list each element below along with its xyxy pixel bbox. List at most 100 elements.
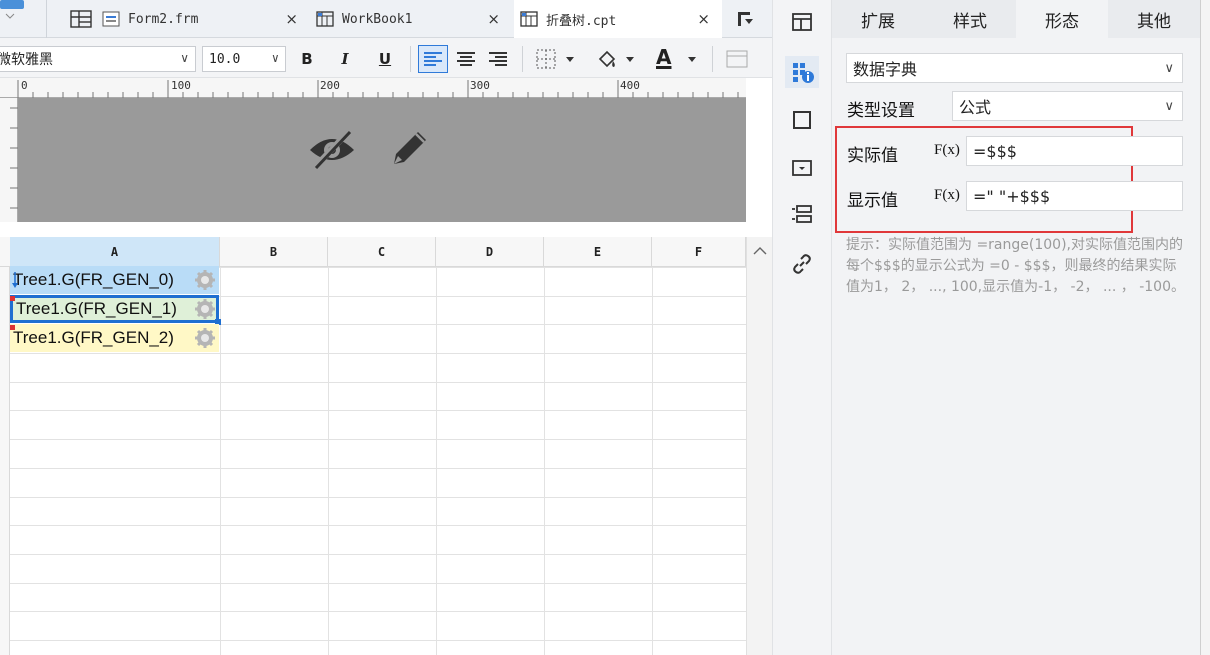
display-value-label: 显示值: [847, 191, 898, 211]
property-icon-strip: [772, 0, 832, 655]
grid-row-line: [10, 554, 746, 555]
column-header-d[interactable]: D: [436, 237, 544, 267]
grid-column-line: [220, 267, 221, 655]
cell-a1[interactable]: Tree1.G(FR_GEN_0): [10, 266, 219, 294]
column-header-a[interactable]: A: [10, 237, 220, 267]
grid-column-line: [544, 267, 545, 655]
grid-column-line: [652, 267, 653, 655]
grid-column-line: [436, 267, 437, 655]
chevron-down-icon: ∨: [1164, 60, 1174, 76]
grid-row-line: [10, 410, 746, 411]
close-icon[interactable]: ×: [697, 10, 710, 28]
ruler-label: 100: [171, 79, 191, 92]
type-setting-value: 公式: [959, 98, 992, 117]
workbook-icon: [316, 11, 334, 27]
font-size-value: 10.0: [209, 51, 241, 67]
row-header-strip: [0, 267, 10, 655]
condition-icon[interactable]: [787, 200, 817, 228]
bold-button[interactable]: B: [294, 46, 320, 72]
font-size-select[interactable]: 10.0 ∨: [202, 46, 286, 72]
vertical-scrollbar[interactable]: [746, 237, 772, 655]
property-tabs: 扩展 样式 形态 其他: [832, 0, 1200, 38]
align-left-icon[interactable]: [418, 45, 448, 73]
expand-arrow-icon: [11, 270, 19, 290]
cell-marker-icon: [10, 325, 15, 330]
canvas-separator: [0, 222, 780, 237]
gear-icon: [195, 299, 215, 319]
grid-row-line: [10, 497, 746, 498]
ruler-label: 300: [470, 79, 490, 92]
grid-row-line: [10, 525, 746, 526]
align-right-icon[interactable]: [484, 45, 512, 73]
cell-attribute-icon[interactable]: [785, 56, 819, 88]
tab-report[interactable]: 折叠树.cpt ×: [514, 0, 722, 38]
edit-pencil-icon[interactable]: [386, 124, 434, 172]
grid-row-line: [10, 353, 746, 354]
tab-form[interactable]: 形态: [1016, 0, 1108, 38]
ruler-label: 200: [320, 79, 340, 92]
app-icon: [0, 0, 30, 20]
column-header-f[interactable]: F: [652, 237, 746, 267]
dropdown-widget-icon[interactable]: [787, 154, 817, 182]
ruler-label: 400: [620, 79, 640, 92]
actual-value-field[interactable]: =$$$: [966, 136, 1183, 166]
form-type-value: 数据字典: [853, 60, 918, 79]
close-icon[interactable]: ×: [285, 10, 298, 28]
cell-a2[interactable]: Tree1.G(FR_GEN_1): [10, 295, 219, 323]
chevron-down-icon: ∨: [271, 51, 279, 65]
hint-text: 提示：实际值范围为 =range(100),对实际值范围内的每个$$$的显示公式…: [846, 237, 1185, 295]
italic-button[interactable]: I: [332, 46, 358, 72]
freeze-icon[interactable]: [724, 45, 750, 73]
border-icon[interactable]: [534, 45, 580, 73]
report-icon: [520, 11, 538, 27]
tab-expand[interactable]: 扩展: [832, 0, 924, 38]
type-setting-select[interactable]: 公式 ∨: [952, 91, 1183, 121]
tab-divider: [46, 0, 47, 38]
grid-row-line: [10, 439, 746, 440]
tab-label: 折叠树.cpt: [546, 13, 617, 29]
widget-icon[interactable]: [787, 106, 817, 134]
cell-formula-text: Tree1.G(FR_GEN_0): [13, 270, 174, 289]
tab-form2[interactable]: Form2.frm ×: [70, 0, 310, 38]
toolbar-divider: [410, 46, 411, 72]
underline-button[interactable]: U: [372, 46, 398, 72]
cell-a3[interactable]: Tree1.G(FR_GEN_2): [10, 324, 219, 352]
grid-layout-icon: [70, 10, 92, 28]
grid-row-line: [10, 382, 746, 383]
column-header-c[interactable]: C: [328, 237, 436, 267]
cell-element-icon[interactable]: [787, 8, 817, 36]
eye-off-icon[interactable]: [306, 124, 358, 172]
font-color-icon[interactable]: A: [652, 45, 702, 73]
form-type-select[interactable]: 数据字典 ∨: [846, 53, 1183, 83]
actual-value-text: =$$$: [973, 141, 1017, 161]
grid-row-line: [10, 640, 746, 641]
formula-fx-icon[interactable]: F(x): [934, 187, 960, 204]
tab-workbook1[interactable]: WorkBook1 ×: [312, 0, 512, 38]
link-icon[interactable]: [787, 250, 817, 278]
tab-label: Form2.frm: [128, 11, 199, 27]
grid-row-line: [10, 611, 746, 612]
tab-other[interactable]: 其他: [1108, 0, 1200, 38]
font-name-select[interactable]: 微软雅黑 ∨: [0, 46, 196, 72]
chevron-down-icon: ∨: [1164, 98, 1174, 114]
close-icon[interactable]: ×: [487, 10, 500, 28]
form-icon: [102, 11, 120, 27]
tab-label: WorkBook1: [342, 11, 413, 27]
fill-color-icon[interactable]: [594, 45, 640, 73]
cell-marker-icon: [10, 296, 15, 301]
toolbar-divider: [712, 46, 713, 72]
display-value-text: =" "+$$$: [973, 186, 1051, 206]
align-center-icon[interactable]: [452, 45, 480, 73]
ruler-label: 0: [21, 79, 28, 92]
column-header-e[interactable]: E: [544, 237, 652, 267]
actual-value-label: 实际值: [847, 146, 898, 166]
design-canvas[interactable]: [18, 98, 746, 222]
tab-list-icon[interactable]: [734, 8, 758, 30]
chevron-down-icon: ∨: [180, 51, 189, 65]
window-edge: [1200, 0, 1210, 655]
tab-style[interactable]: 样式: [924, 0, 1016, 38]
grid-row-line: [10, 468, 746, 469]
display-value-field[interactable]: =" "+$$$: [966, 181, 1183, 211]
formula-fx-icon[interactable]: F(x): [934, 142, 960, 159]
column-header-b[interactable]: B: [220, 237, 328, 267]
